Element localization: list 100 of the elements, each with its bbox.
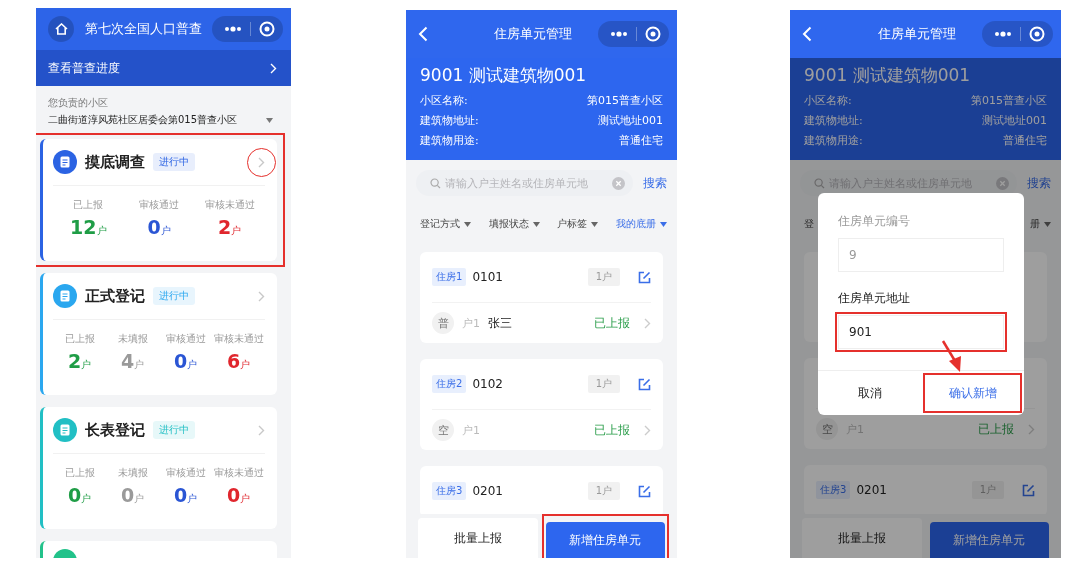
input-field[interactable]: 901 <box>838 315 1004 349</box>
close-target-icon[interactable] <box>259 21 275 37</box>
stat-value: 0户 <box>67 484 92 506</box>
community-selector[interactable]: 二曲街道淳风苑社区居委会第015普查小区 <box>40 110 277 127</box>
report-status: 已上报 <box>594 314 630 332</box>
stat-label: 未填报 <box>117 332 148 346</box>
stat-label: 已上报 <box>73 198 104 212</box>
cancel-button[interactable]: 取消 <box>818 371 921 415</box>
unit-tag: 住房3 <box>432 482 467 500</box>
unit-tag: 住房1 <box>432 268 467 286</box>
unit-number: 0201 <box>472 484 504 498</box>
household-count: 1户 <box>587 268 620 286</box>
household-count: 1户 <box>587 375 620 393</box>
field-label: 建筑物用途: <box>804 133 863 149</box>
progress-link[interactable]: 查看普查进度 <box>36 50 291 86</box>
edit-icon[interactable] <box>638 270 651 284</box>
caret-down-icon <box>266 117 273 123</box>
filter-dropdown[interactable]: 册 <box>1030 217 1051 231</box>
search-icon <box>814 177 825 189</box>
stat-label: 审核通过 <box>165 332 206 346</box>
building-title: 9001 测试建筑物001 <box>804 64 972 87</box>
stat-label: 审核通过 <box>165 466 206 480</box>
stat-label: 已上报 <box>64 466 95 480</box>
caret-down-icon <box>464 221 471 227</box>
confirm-button[interactable]: 确认新增 <box>921 371 1024 415</box>
edit-icon[interactable] <box>1022 483 1035 497</box>
card-title: 正式登记 <box>85 286 145 306</box>
home-icon <box>54 23 68 35</box>
unit-number: 0102 <box>472 377 504 391</box>
action-button[interactable]: 批量上报 <box>802 518 922 558</box>
household-type: 普 <box>432 312 454 334</box>
field-value: 普通住宅 <box>1003 133 1047 149</box>
stat-label: 审核未通过 <box>213 466 264 480</box>
action-button[interactable]: 新增住房单元 <box>929 522 1049 558</box>
stat-value: 4户 <box>120 350 145 372</box>
back-icon[interactable] <box>418 26 428 42</box>
status-badge: 进行中 <box>153 421 195 439</box>
household-type: 空 <box>432 419 454 441</box>
unit-number: 0101 <box>472 270 504 284</box>
report-status: 已上报 <box>594 421 630 439</box>
household-label: 户1 <box>462 315 480 331</box>
filter-dropdown[interactable]: 填报状态 <box>488 217 540 231</box>
caret-down-icon <box>1044 221 1051 227</box>
field-label: 建筑物地址: <box>420 113 479 129</box>
chevron-right-icon <box>258 424 265 436</box>
filter-dropdown[interactable]: 我的底册 <box>615 217 667 231</box>
stat-value: 0户 <box>173 350 198 372</box>
card-title: 摸底调查 <box>85 152 145 172</box>
household-row[interactable]: 普 户1 张三 已上报 <box>432 303 651 343</box>
field-label: 建筑物用途: <box>420 133 479 149</box>
more-icon[interactable] <box>994 31 1012 37</box>
back-icon[interactable] <box>802 26 812 42</box>
survey-card[interactable]: 正式登记 进行中 已上报 2户 未填报 4户 审核通过 0户 审核未通过 6户 <box>40 273 277 395</box>
household-row[interactable]: 空 户1 已上报 <box>432 410 651 450</box>
status-badge: 进行中 <box>153 287 195 305</box>
chevron-right-icon <box>644 424 651 436</box>
stat-label: 审核未通过 <box>204 198 255 212</box>
stat-value: 6户 <box>226 350 251 372</box>
stat-value: 0户 <box>120 484 145 506</box>
unit-tag: 住房2 <box>432 375 467 393</box>
filter-dropdown[interactable]: 户标签 <box>557 217 599 231</box>
close-target-icon[interactable] <box>1029 26 1045 42</box>
edit-icon[interactable] <box>638 484 651 498</box>
search-button[interactable]: 搜索 <box>643 174 667 192</box>
edit-icon[interactable] <box>638 377 651 391</box>
stat-label: 未填报 <box>117 466 148 480</box>
field-value: 第015普查小区 <box>587 93 663 109</box>
field-value: 测试地址001 <box>982 113 1047 129</box>
filter-dropdown[interactable]: 登 <box>804 217 814 231</box>
household-label: 户1 <box>462 422 480 438</box>
stat-value: 12户 <box>70 216 107 238</box>
home-button[interactable] <box>48 16 74 42</box>
field-label: 住房单元编号 <box>838 213 911 230</box>
caret-down-icon <box>532 221 540 227</box>
stat-value: 0户 <box>226 484 251 506</box>
card-title: 长表登记 <box>85 420 145 440</box>
nav-title: 第七次全国人口普查 <box>83 20 203 38</box>
caret-down-icon <box>659 221 667 227</box>
field-value: 测试地址001 <box>598 113 663 129</box>
stat-value: 2户 <box>67 350 92 372</box>
householder-name: 张三 <box>488 314 512 332</box>
field-value: 第015普查小区 <box>971 93 1047 109</box>
community-label: 您负责的小区 <box>47 96 109 110</box>
chevron-right-icon <box>258 156 265 168</box>
more-icon[interactable] <box>224 26 242 32</box>
action-button[interactable]: 批量上报 <box>418 518 538 558</box>
survey-card[interactable]: 长表登记 进行中 已上报 0户 未填报 0户 审核通过 0户 审核未通过 0户 <box>40 407 277 529</box>
stat-label: 已上报 <box>64 332 95 346</box>
more-icon[interactable] <box>610 31 628 37</box>
stat-value: 2户 <box>218 216 242 238</box>
action-button[interactable]: 新增住房单元 <box>545 522 665 558</box>
field-label: 小区名称: <box>420 93 468 109</box>
close-target-icon[interactable] <box>645 26 661 42</box>
chevron-right-icon <box>644 317 651 329</box>
chevron-right-icon <box>1028 423 1035 435</box>
status-badge: 进行中 <box>153 153 195 171</box>
survey-card[interactable]: 摸底调查 进行中 已上报 12户 审核通过 0户 审核未通过 2户 <box>40 139 277 261</box>
filter-dropdown[interactable]: 登记方式 <box>420 217 471 231</box>
report-status: 已上报 <box>978 420 1014 438</box>
search-icon <box>430 177 441 189</box>
